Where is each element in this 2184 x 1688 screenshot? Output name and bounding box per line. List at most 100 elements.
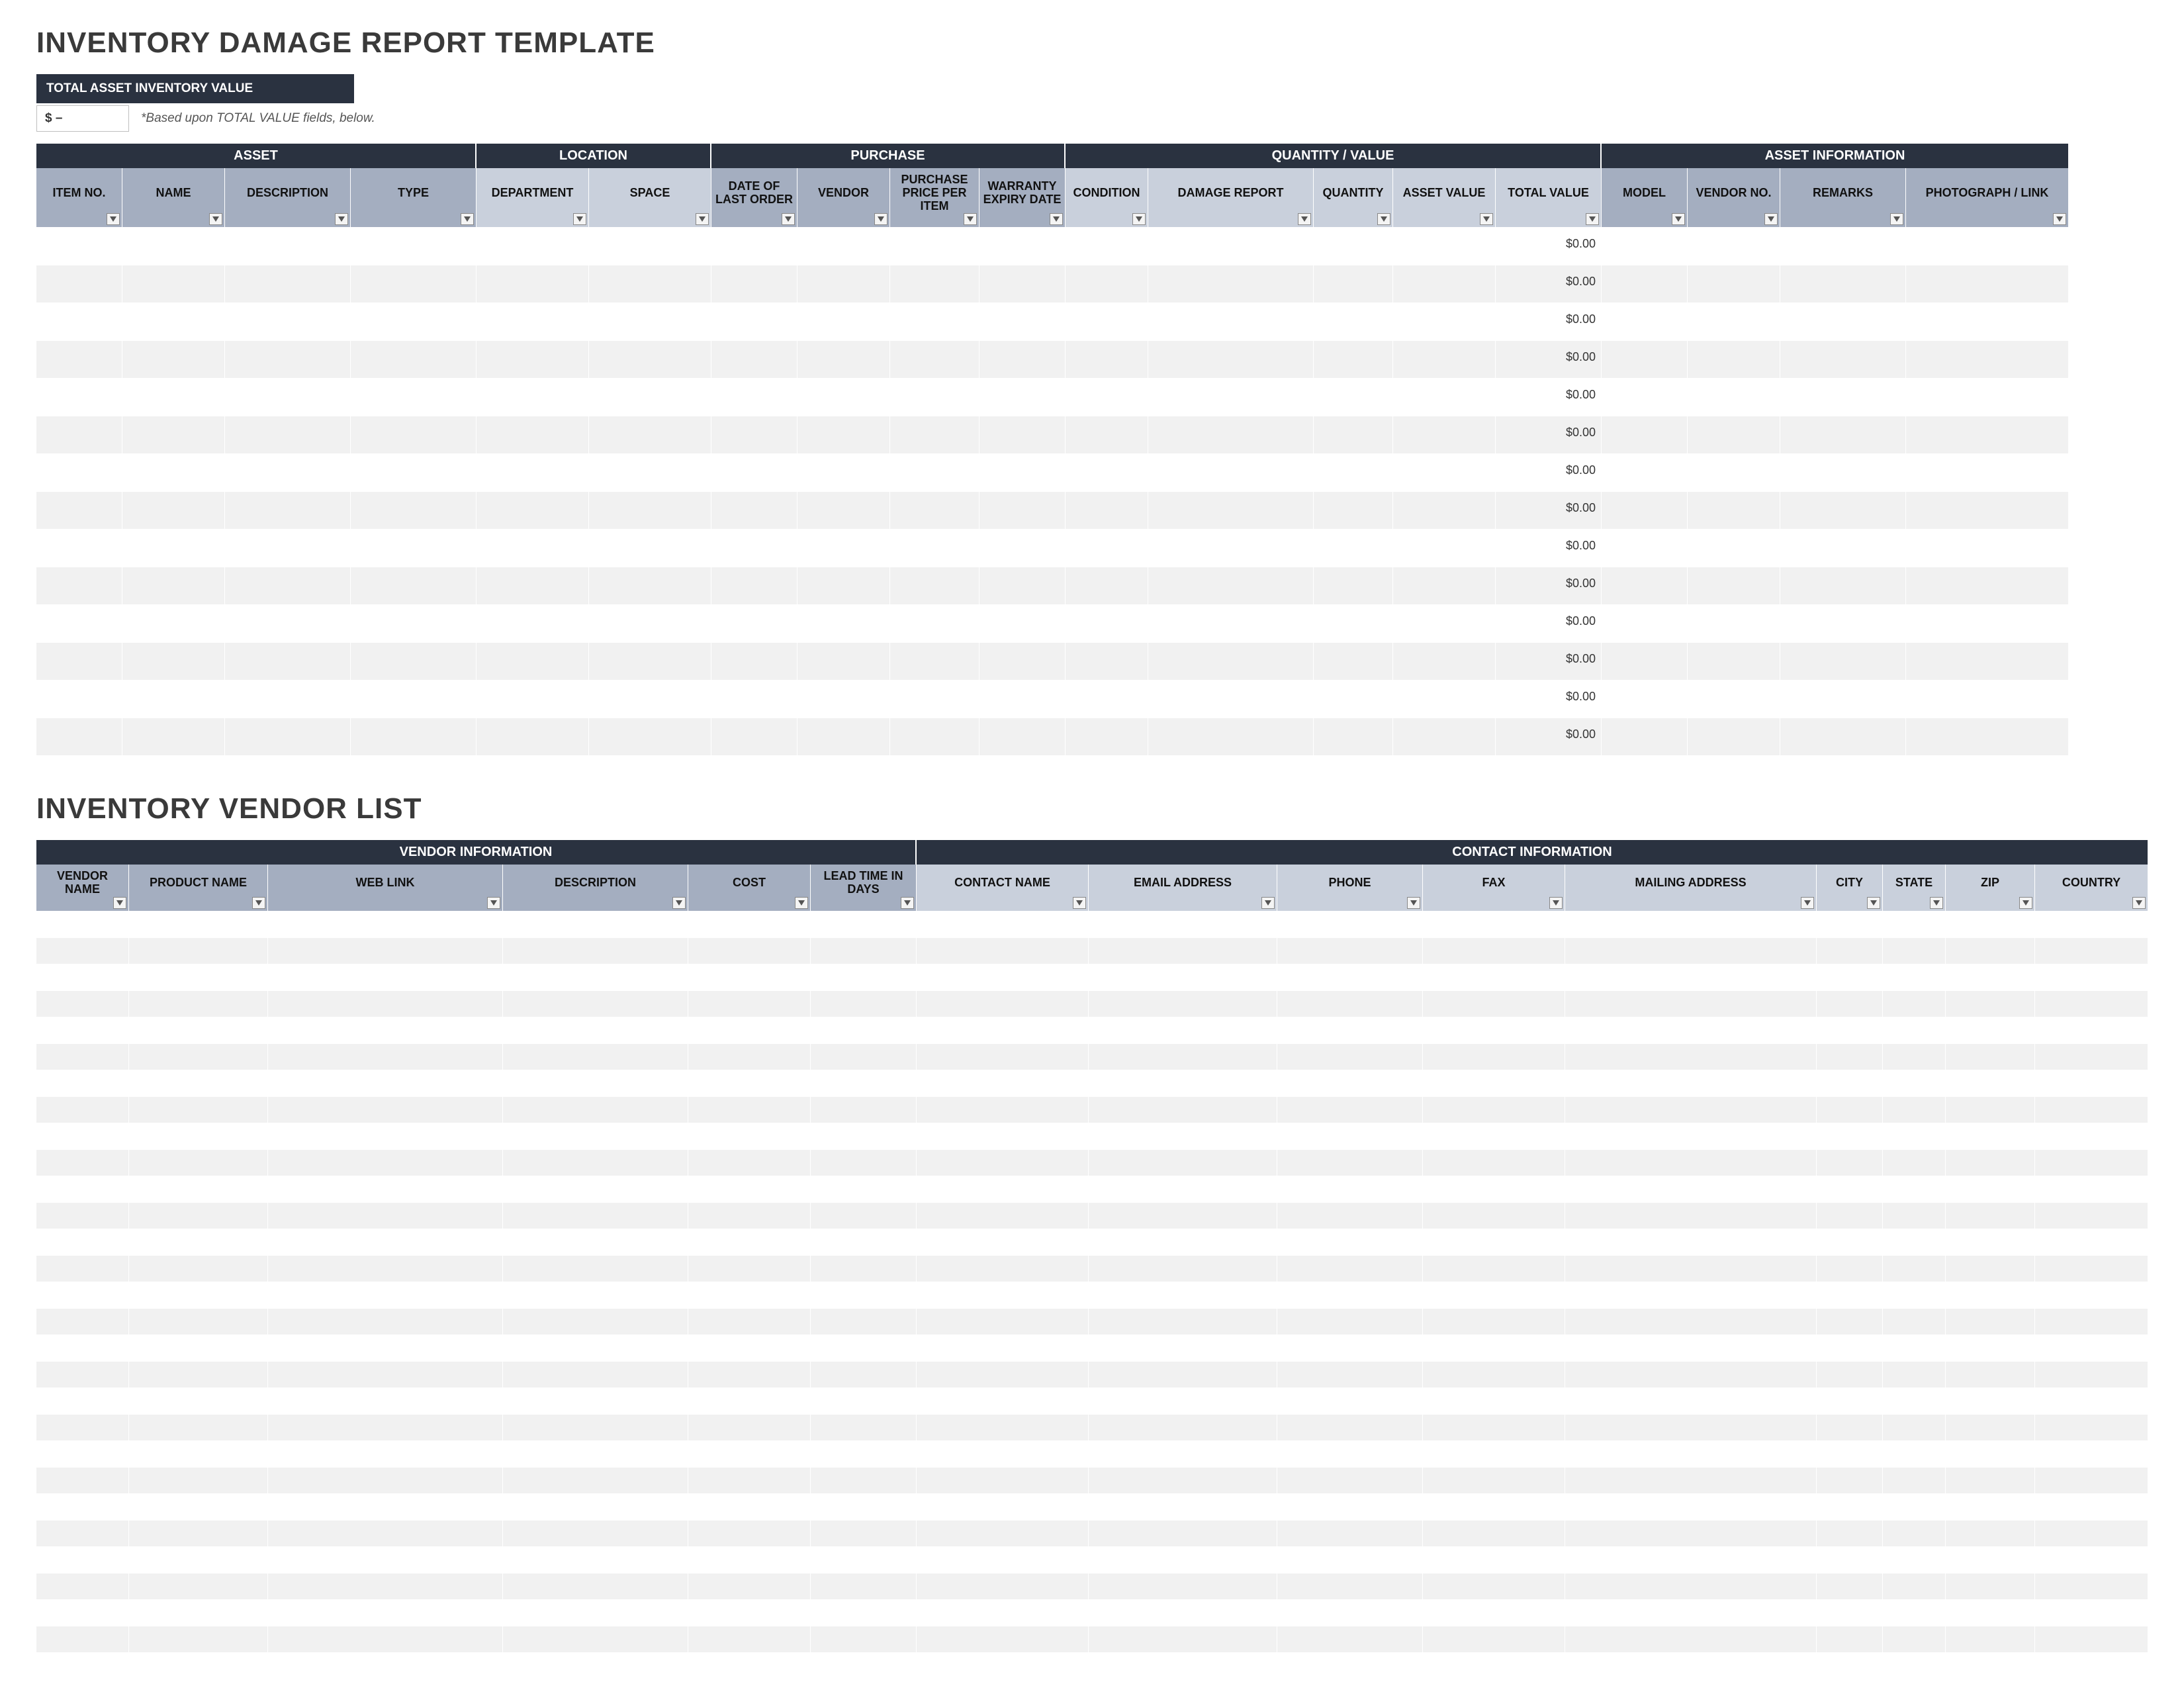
table-cell[interactable] (1089, 1097, 1277, 1123)
table-cell[interactable] (129, 1600, 268, 1626)
table-cell[interactable]: $0.00 (1496, 303, 1602, 341)
table-cell[interactable] (477, 605, 589, 643)
table-cell[interactable] (503, 1070, 688, 1097)
table-cell[interactable] (1277, 1494, 1423, 1521)
column-header[interactable]: QUANTITY (1314, 168, 1393, 228)
table-cell[interactable] (1148, 228, 1314, 265)
table-cell[interactable] (1314, 303, 1393, 341)
table-cell[interactable] (797, 416, 890, 454)
table-cell[interactable] (1393, 567, 1496, 605)
table-cell[interactable] (688, 1600, 811, 1626)
table-cell[interactable] (129, 1468, 268, 1494)
table-cell[interactable] (917, 1441, 1089, 1468)
table-cell[interactable] (1906, 228, 2068, 265)
table-cell[interactable] (688, 1309, 811, 1335)
table-cell[interactable] (711, 303, 797, 341)
table-cell[interactable] (225, 492, 351, 530)
column-header[interactable]: VENDOR NAME (36, 865, 129, 912)
table-cell[interactable] (1066, 530, 1148, 567)
table-cell[interactable] (36, 1468, 129, 1494)
table-cell[interactable] (268, 1415, 503, 1441)
table-cell[interactable] (129, 912, 268, 938)
table-cell[interactable] (811, 938, 917, 964)
table-cell[interactable] (688, 1017, 811, 1044)
table-cell[interactable] (1423, 1415, 1565, 1441)
column-header[interactable]: WARRANTY EXPIRY DATE (979, 168, 1066, 228)
table-cell[interactable] (268, 1573, 503, 1600)
table-cell[interactable] (122, 454, 225, 492)
table-cell[interactable] (268, 1494, 503, 1521)
table-cell[interactable] (1423, 1123, 1565, 1150)
table-cell[interactable] (2035, 1573, 2148, 1600)
table-cell[interactable] (1883, 1309, 1946, 1335)
column-header[interactable]: ITEM NO. (36, 168, 122, 228)
table-cell[interactable] (1089, 912, 1277, 938)
table-cell[interactable] (979, 228, 1066, 265)
table-cell[interactable] (1817, 1097, 1883, 1123)
table-cell[interactable] (225, 567, 351, 605)
table-cell[interactable] (351, 454, 477, 492)
table-cell[interactable] (2035, 1521, 2148, 1547)
table-cell[interactable] (890, 605, 979, 643)
table-cell[interactable] (503, 1335, 688, 1362)
table-cell[interactable] (1148, 567, 1314, 605)
table-cell[interactable] (688, 1097, 811, 1123)
table-cell[interactable] (1780, 454, 1906, 492)
table-cell[interactable] (1314, 680, 1393, 718)
table-cell[interactable] (1883, 1123, 1946, 1150)
table-cell[interactable] (1314, 416, 1393, 454)
table-cell[interactable] (1089, 1282, 1277, 1309)
table-cell[interactable] (1565, 1070, 1817, 1097)
table-cell[interactable] (2035, 1441, 2148, 1468)
table-cell[interactable] (1817, 1547, 1883, 1573)
table-cell[interactable] (1946, 1150, 2035, 1176)
table-cell[interactable] (589, 228, 711, 265)
table-cell[interactable] (890, 492, 979, 530)
table-cell[interactable] (811, 1626, 917, 1653)
table-cell[interactable] (1277, 1017, 1423, 1044)
table-cell[interactable] (1277, 1547, 1423, 1573)
table-cell[interactable] (268, 1441, 503, 1468)
table-cell[interactable] (979, 680, 1066, 718)
table-cell[interactable] (1817, 1044, 1883, 1070)
table-cell[interactable] (2035, 991, 2148, 1017)
filter-dropdown-icon[interactable] (209, 213, 222, 225)
table-cell[interactable] (1817, 1626, 1883, 1653)
table-cell[interactable] (36, 991, 129, 1017)
table-cell[interactable] (1277, 1573, 1423, 1600)
column-header[interactable]: VENDOR NO. (1688, 168, 1780, 228)
table-cell[interactable] (1946, 1362, 2035, 1388)
table-cell[interactable] (1883, 1044, 1946, 1070)
table-cell[interactable]: $0.00 (1496, 643, 1602, 680)
table-cell[interactable] (1066, 303, 1148, 341)
filter-dropdown-icon[interactable] (795, 897, 808, 909)
column-header[interactable]: MODEL (1602, 168, 1688, 228)
table-cell[interactable] (1565, 1309, 1817, 1335)
table-cell[interactable] (36, 938, 129, 964)
table-cell[interactable] (1423, 1468, 1565, 1494)
table-cell[interactable] (1565, 1600, 1817, 1626)
table-cell[interactable] (1393, 718, 1496, 756)
column-header[interactable]: TYPE (351, 168, 477, 228)
table-cell[interactable] (1602, 605, 1688, 643)
table-cell[interactable] (811, 1017, 917, 1044)
table-cell[interactable] (268, 1150, 503, 1176)
table-cell[interactable] (129, 1626, 268, 1653)
table-cell[interactable] (1602, 379, 1688, 416)
table-cell[interactable] (268, 1097, 503, 1123)
table-cell[interactable] (1817, 1123, 1883, 1150)
table-cell[interactable] (1066, 454, 1148, 492)
table-cell[interactable] (917, 991, 1089, 1017)
table-cell[interactable] (477, 265, 589, 303)
table-cell[interactable] (36, 605, 122, 643)
table-cell[interactable] (1393, 303, 1496, 341)
table-cell[interactable] (979, 605, 1066, 643)
filter-dropdown-icon[interactable] (1549, 897, 1563, 909)
table-cell[interactable] (225, 530, 351, 567)
table-cell[interactable] (225, 643, 351, 680)
table-cell[interactable] (1565, 1176, 1817, 1203)
table-cell[interactable] (1565, 1626, 1817, 1653)
table-cell[interactable] (1817, 1573, 1883, 1600)
table-cell[interactable] (1423, 938, 1565, 964)
table-cell[interactable] (688, 1626, 811, 1653)
